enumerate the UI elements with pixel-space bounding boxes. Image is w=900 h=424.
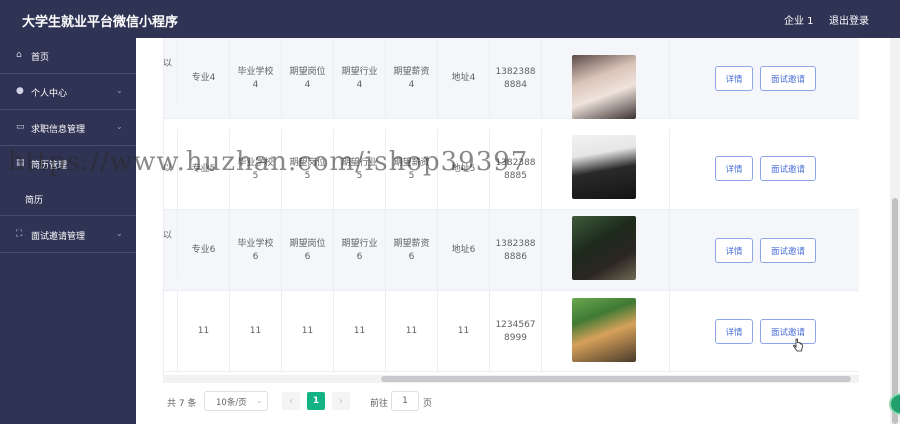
sidebar-item-personal-center[interactable]: ● 个人中心 ⌄ (0, 74, 136, 110)
table-cell-school: 毕业学校 4 (230, 38, 282, 119)
chevron-down-icon: ⌄ (116, 86, 123, 95)
id-card-icon: ▭ (16, 122, 25, 132)
table-row: 以 专业6 毕业学校 6 期望岗位 6 期望行业 6 期望薪资 6 地址6 13… (164, 196, 859, 291)
goto-page-input[interactable]: 1 (391, 391, 419, 411)
logout-link[interactable]: 退出登录 (829, 12, 869, 27)
sidebar-item-label: 求职信息管理 (31, 125, 86, 135)
scan-icon: ⛶ (16, 229, 23, 239)
horizontal-scrollbar-thumb[interactable] (381, 376, 851, 382)
table-cell-post: 11 (282, 291, 334, 372)
interview-invite-button[interactable]: 面试邀请 (760, 319, 816, 344)
interview-invite-button[interactable]: 面试邀请 (760, 238, 816, 263)
top-bar: 大学生就业平台微信小程序 企业 1 退出登录 (0, 0, 900, 38)
table-cell: 以 (164, 196, 178, 277)
sidebar-item-label: 首页 (31, 53, 50, 63)
sidebar-item-home[interactable]: ⌂ 首页 (0, 38, 136, 74)
next-page-button[interactable]: › (332, 392, 350, 410)
table-cell (164, 291, 178, 372)
horizontal-scrollbar[interactable] (163, 375, 859, 383)
resume-table: 以 专业4 毕业学校 4 期望岗位 4 期望行业 4 期望薪资 4 地址4 13… (163, 38, 859, 375)
page-size-select[interactable]: 10条/页 ⌄ (204, 391, 268, 411)
table-cell-address: 地址6 (438, 210, 490, 291)
table-cell-industry: 期望行业 4 (334, 38, 386, 119)
resume-photo (572, 298, 636, 362)
current-user[interactable]: 企业 1 (784, 12, 814, 27)
sidebar-item-label: 简历 (25, 196, 44, 206)
interview-invite-button[interactable]: 面试邀请 (760, 66, 816, 91)
vertical-scrollbar[interactable] (890, 38, 900, 424)
detail-button[interactable]: 详情 (715, 156, 753, 181)
detail-button[interactable]: 详情 (715, 319, 753, 344)
interview-invite-button[interactable]: 面试邀请 (760, 156, 816, 181)
table-cell-school: 11 (230, 291, 282, 372)
table-cell-phone: 1382388 8886 (490, 210, 542, 291)
detail-button[interactable]: 详情 (715, 238, 753, 263)
pointer-cursor-icon (793, 338, 803, 352)
sidebar-item-job-info[interactable]: ▭ 求职信息管理 ⌄ (0, 110, 136, 146)
table-cell: 以 (164, 38, 178, 105)
user-icon: ● (16, 86, 24, 96)
table-cell-address: 11 (438, 291, 490, 372)
resume-photo (572, 55, 636, 119)
table-cell-major: 11 (178, 291, 230, 372)
table-row: 以 专业4 毕业学校 4 期望岗位 4 期望行业 4 期望薪资 4 地址4 13… (164, 38, 859, 119)
sidebar-subitem-resume[interactable]: 简历 (0, 182, 136, 216)
detail-button[interactable]: 详情 (715, 66, 753, 91)
vertical-scrollbar-thumb[interactable] (892, 198, 898, 424)
pagination-total: 共 7 条 (167, 399, 197, 409)
goto-suffix: 页 (423, 399, 433, 409)
sidebar-item-interview-invites[interactable]: ⛶ 面试邀请管理 ⌄ (0, 217, 136, 253)
page-size-value: 10条/页 (216, 398, 247, 408)
resume-photo (572, 216, 636, 280)
chevron-down-icon: ⌄ (256, 396, 263, 405)
table-cell-post: 期望岗位 4 (282, 38, 334, 119)
page-number-current[interactable]: 1 (307, 392, 325, 410)
table-cell-major: 专业6 (178, 210, 230, 291)
pagination: 共 7 条 10条/页 ⌄ ‹ 1 › 前往 1 页 (136, 390, 890, 414)
table-cell-address: 地址4 (438, 38, 490, 119)
chevron-down-icon: ⌄ (116, 229, 123, 238)
table-cell-industry: 期望行业 6 (334, 210, 386, 291)
sidebar-item-label: 个人中心 (31, 89, 68, 99)
table-cell-salary: 11 (386, 291, 438, 372)
resume-photo (572, 135, 636, 199)
table-cell-salary: 期望薪资 6 (386, 210, 438, 291)
table-cell-phone: 1382388 8884 (490, 38, 542, 119)
table-cell-industry: 11 (334, 291, 386, 372)
table-cell-school: 毕业学校 6 (230, 210, 282, 291)
table-cell-major: 专业4 (178, 38, 230, 119)
home-icon: ⌂ (16, 50, 22, 60)
sidebar: ⌂ 首页 ● 个人中心 ⌄ ▭ 求职信息管理 ⌄ ▤ 简历管理 简历 ⛶ 面试邀… (0, 38, 136, 424)
sidebar-item-label: 面试邀请管理 (31, 232, 86, 242)
app-title: 大学生就业平台微信小程序 (22, 15, 179, 30)
table-row: 11 11 11 11 11 11 1234567 8999 详情 面试邀请 (164, 291, 859, 372)
main-content: 以 专业4 毕业学校 4 期望岗位 4 期望行业 4 期望薪资 4 地址4 13… (136, 38, 890, 424)
table-cell-post: 期望岗位 6 (282, 210, 334, 291)
chevron-down-icon: ⌄ (116, 122, 123, 131)
watermark-text: https://www.huzhan.com/ishop39397 (8, 147, 529, 177)
goto-label: 前往 (370, 399, 389, 409)
table-cell-salary: 期望薪资 4 (386, 38, 438, 119)
table-cell-phone: 1234567 8999 (490, 291, 542, 372)
prev-page-button[interactable]: ‹ (282, 392, 300, 410)
